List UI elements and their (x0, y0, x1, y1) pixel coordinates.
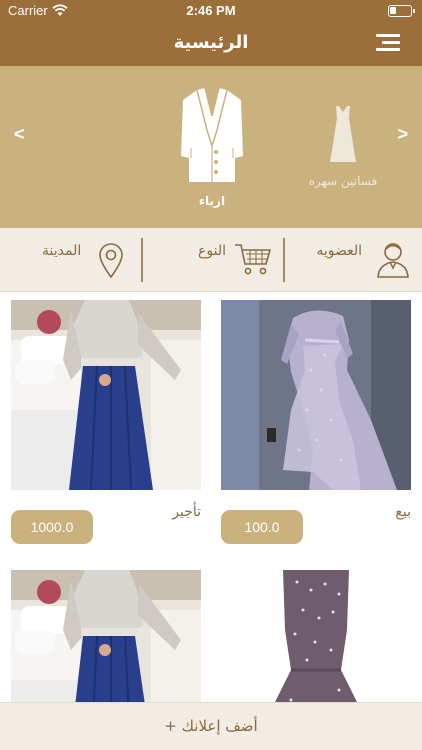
product-photo[interactable] (221, 570, 411, 702)
product-grid: بيع 100.0 تأجير 1000.0 (0, 292, 422, 702)
location-pin-icon (99, 243, 123, 278)
product-card[interactable] (221, 570, 411, 702)
carousel-prev-button[interactable]: < (14, 124, 25, 145)
filter-divider (141, 238, 143, 282)
user-icon (377, 243, 409, 278)
product-photo[interactable] (221, 300, 411, 490)
category-fashion[interactable]: ازياء (170, 86, 254, 208)
filter-divider (283, 238, 285, 282)
category-label: ازياء (198, 194, 226, 208)
filter-label: النوع (198, 243, 226, 259)
top-bar: Carrier 2:46 PM الرئيسية (0, 0, 422, 66)
add-listing-button[interactable]: + أضف إعلانك (0, 702, 422, 750)
page-title: الرئيسية (173, 32, 249, 53)
category-evening-dresses[interactable]: فساتين سهره (300, 104, 386, 188)
battery-level (390, 7, 396, 14)
product-card[interactable]: تأجير 1000.0 (11, 300, 201, 544)
suit-jacket-icon (181, 87, 243, 182)
price-button[interactable]: 100.0 (221, 510, 303, 544)
status-time: 2:46 PM (186, 3, 236, 18)
filter-label: العضويه (316, 243, 362, 259)
category-carousel: < ازياء فساتين سهره > (0, 66, 422, 228)
filter-city[interactable]: المدينة (0, 228, 140, 292)
product-kind: تأجير (172, 504, 201, 520)
filter-type[interactable]: النوع (142, 228, 282, 292)
product-card[interactable]: بيع 100.0 (221, 300, 411, 544)
category-label: فساتين سهره (308, 174, 378, 188)
filter-bar: العضويه النوع المدينة (0, 228, 422, 292)
product-photo[interactable] (11, 300, 201, 490)
status-bar: Carrier 2:46 PM (0, 0, 422, 22)
filter-membership[interactable]: العضويه (282, 228, 422, 292)
evening-dress-icon (330, 106, 356, 162)
product-card[interactable] (11, 570, 201, 702)
price-button[interactable]: 1000.0 (11, 510, 93, 544)
filter-label: المدينة (42, 243, 82, 259)
battery-icon (388, 5, 415, 17)
product-kind: بيع (395, 504, 411, 520)
carousel-next-button[interactable]: > (397, 124, 408, 145)
product-photo[interactable] (11, 570, 201, 702)
hamburger-menu-icon[interactable] (376, 32, 400, 52)
cart-icon (235, 244, 272, 275)
